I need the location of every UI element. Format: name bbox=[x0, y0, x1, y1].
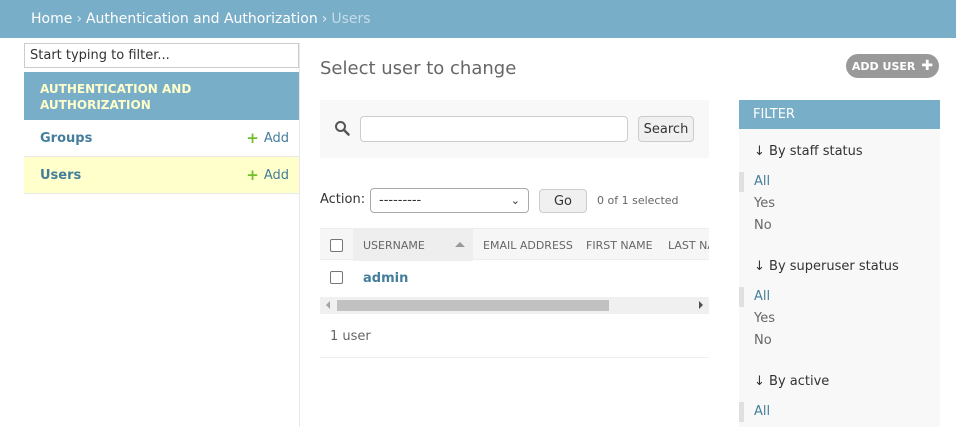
filter-option-all[interactable]: All bbox=[738, 287, 770, 307]
chevron-down-icon: ⌄ bbox=[510, 194, 520, 207]
scroll-right-icon[interactable] bbox=[699, 301, 703, 309]
horizontal-scrollbar[interactable] bbox=[320, 297, 709, 314]
breadcrumb-current: Users bbox=[331, 11, 371, 27]
users-link[interactable]: Users bbox=[40, 168, 81, 183]
column-header-last-name[interactable]: Last na bbox=[658, 229, 709, 261]
plus-icon: ✚ bbox=[921, 58, 934, 74]
breadcrumb-home-link[interactable]: Home bbox=[31, 11, 72, 27]
search-input[interactable] bbox=[360, 116, 628, 142]
row-checkbox[interactable] bbox=[330, 271, 343, 284]
page-title: Select user to change bbox=[320, 58, 517, 79]
plus-icon: + bbox=[246, 129, 259, 147]
filter-title: Filter bbox=[739, 100, 940, 129]
app-caption[interactable]: Authentication and Authorization bbox=[24, 72, 299, 120]
nav-filter-input[interactable] bbox=[24, 43, 299, 68]
column-label: First name bbox=[586, 238, 653, 252]
column-header-username[interactable]: Username bbox=[353, 229, 473, 261]
add-user-button[interactable]: Add user ✚ bbox=[846, 54, 939, 78]
table-row: admin bbox=[320, 260, 709, 298]
sort-ascending-icon[interactable] bbox=[455, 242, 465, 247]
scroll-left-icon[interactable] bbox=[326, 301, 330, 309]
paginator: 1 user bbox=[320, 318, 709, 358]
filter-option-all[interactable]: All bbox=[738, 172, 770, 192]
breadcrumb-separator: › bbox=[321, 11, 328, 27]
filter-heading-superuser: ↓ By superuser status bbox=[754, 259, 899, 274]
filter-option-no[interactable]: No bbox=[754, 218, 772, 233]
column-header-email[interactable]: Email address bbox=[473, 229, 576, 261]
filter-option-all[interactable]: All bbox=[738, 402, 770, 422]
action-selected-value: --------- bbox=[379, 193, 422, 208]
action-label: Action: bbox=[320, 192, 366, 207]
groups-link[interactable]: Groups bbox=[40, 131, 92, 146]
filter-option-no[interactable]: No bbox=[754, 333, 772, 348]
select-all-checkbox[interactable] bbox=[330, 238, 343, 252]
plus-icon: + bbox=[246, 166, 259, 184]
sidebar-item-groups: Groups + Add bbox=[24, 120, 299, 157]
add-users-link[interactable]: + Add bbox=[246, 166, 289, 184]
add-user-label: Add user bbox=[851, 59, 916, 73]
scrollbar-thumb[interactable] bbox=[337, 300, 609, 311]
add-label: Add bbox=[263, 130, 289, 146]
search-icon bbox=[335, 121, 350, 136]
breadcrumb-separator: › bbox=[76, 11, 82, 27]
breadcrumb: Home › Authentication and Authorization … bbox=[0, 0, 956, 38]
column-label: Last na bbox=[668, 238, 709, 252]
table-header: Username Email address First name Last n… bbox=[320, 228, 709, 261]
action-select[interactable]: --------- ⌄ bbox=[370, 188, 529, 213]
select-all-cell bbox=[320, 229, 353, 261]
filter-heading-staff: ↓ By staff status bbox=[754, 144, 863, 159]
column-header-first-name[interactable]: First name bbox=[576, 229, 658, 261]
column-label: Username bbox=[363, 238, 425, 252]
selected-counter: 0 of 1 selected bbox=[597, 194, 679, 207]
nav-sidebar: Authentication and Authorization Groups … bbox=[23, 43, 300, 427]
breadcrumb-app-link[interactable]: Authentication and Authorization bbox=[86, 11, 318, 27]
sidebar-item-users: Users + Add bbox=[24, 157, 299, 194]
filter-heading-active: ↓ By active bbox=[754, 374, 830, 389]
changelist-filter: Filter ↓ By staff status All Yes No ↓ By… bbox=[738, 100, 940, 427]
username-link[interactable]: admin bbox=[363, 271, 408, 286]
go-button[interactable]: Go bbox=[539, 189, 587, 213]
add-label: Add bbox=[263, 167, 289, 183]
search-toolbar: Search bbox=[320, 100, 709, 158]
search-button[interactable]: Search bbox=[638, 116, 694, 142]
add-groups-link[interactable]: + Add bbox=[246, 129, 289, 147]
filter-option-yes[interactable]: Yes bbox=[754, 311, 775, 326]
column-label: Email address bbox=[483, 238, 573, 252]
filter-option-yes[interactable]: Yes bbox=[754, 196, 775, 211]
